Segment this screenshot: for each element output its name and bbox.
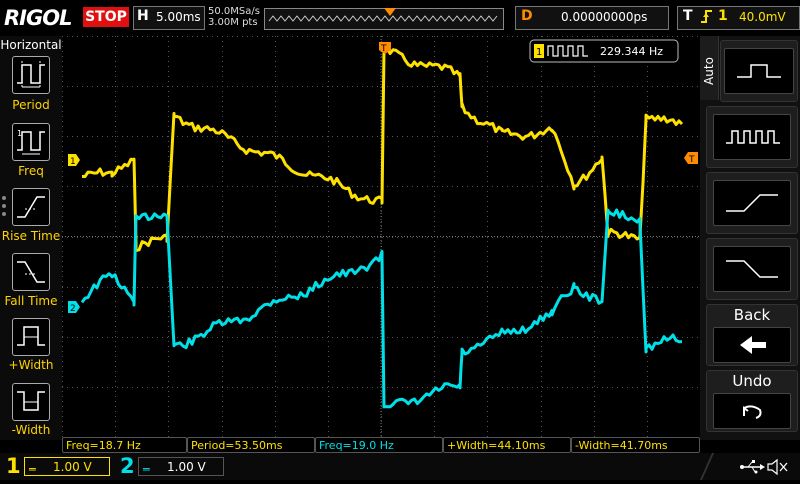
back-arrow-icon xyxy=(713,327,791,363)
falling-slope-icon xyxy=(713,246,791,292)
svg-text:T: T xyxy=(688,155,695,165)
scroll-dot xyxy=(2,204,6,208)
ch2-scale-value: 1.00 V xyxy=(167,460,206,474)
falling-slope-button[interactable] xyxy=(706,238,798,300)
rising-slope-icon xyxy=(713,180,791,226)
trigger-position-marker xyxy=(384,8,396,21)
negative-width-label: -Width xyxy=(11,423,51,437)
undo-button[interactable]: Undo xyxy=(706,370,798,432)
single-pulse-button[interactable] xyxy=(720,40,798,102)
measurement-freq-ch1[interactable]: Freq=18.7 Hz xyxy=(62,437,187,453)
speaker-muted-icon xyxy=(767,458,788,476)
trigger-settings[interactable]: T 1 40.0mV xyxy=(677,6,800,30)
svg-text:T: T xyxy=(380,44,387,54)
svg-text:1: 1 xyxy=(17,129,22,138)
timebase-value: 5.00ms xyxy=(156,10,201,24)
svg-text:1: 1 xyxy=(70,157,76,167)
dc-coupling-icon: ═ xyxy=(29,463,36,476)
rising-slope-button[interactable] xyxy=(706,172,798,234)
run-stop-indicator[interactable]: STOP xyxy=(83,7,129,27)
rise-time-icon[interactable] xyxy=(12,188,50,226)
top-status-bar: RIGOL STOP H 5.00ms 50.0MSa/s 3.00M pts … xyxy=(0,0,800,36)
frequency-icon[interactable]: 1 xyxy=(12,123,50,161)
svg-text:2: 2 xyxy=(70,304,76,314)
ch2-scale[interactable]: ═ 1.00 V xyxy=(138,457,224,476)
waveform-display[interactable]: 1 2 T T 1 229.344 Hz xyxy=(62,36,700,437)
acquisition-info: 50.0MSa/s 3.00M pts xyxy=(208,6,260,28)
measurement-period[interactable]: Period=53.50ms xyxy=(187,437,315,453)
sample-rate: 50.0MSa/s xyxy=(208,6,260,17)
undo-icon xyxy=(713,393,791,429)
delay-value: 0.00000000ps xyxy=(561,10,648,24)
negative-width-icon[interactable] xyxy=(12,383,50,421)
scroll-dot xyxy=(2,196,6,200)
measurement-results: Freq=18.7 Hz Period=53.50ms Freq=19.0 Hz… xyxy=(62,437,700,453)
menu-title: Horizontal xyxy=(0,38,62,52)
back-label: Back xyxy=(733,306,771,324)
measurement-negative-width[interactable]: -Width=41.70ms xyxy=(571,437,700,453)
ch2-tab[interactable]: 2 ═ 1.00 V xyxy=(116,455,226,478)
memory-position-bar[interactable] xyxy=(264,8,504,30)
fall-time-label: Fall Time xyxy=(4,294,58,308)
status-icons xyxy=(700,453,800,480)
period-label: Period xyxy=(12,98,50,112)
ch1-number: 1 xyxy=(6,454,21,478)
ch1-tab[interactable]: 1 ═ 1.00 V xyxy=(0,455,112,478)
rise-time-label: Rise Time xyxy=(1,229,61,243)
trigger-tag: T xyxy=(683,8,693,24)
trigger-source: 1 xyxy=(718,8,728,24)
dc-coupling-icon: ═ xyxy=(143,463,150,476)
auto-label: Auto xyxy=(702,57,716,85)
measurement-positive-width[interactable]: +Width=44.10ms xyxy=(443,437,571,453)
horizontal-tag: H xyxy=(137,8,149,24)
memory-depth: 3.00M pts xyxy=(208,17,258,28)
rising-edge-icon xyxy=(700,7,714,31)
horizontal-measure-menu: Horizontal Period 1 Freq Rise Time Fall … xyxy=(0,36,62,440)
auto-tab[interactable]: Auto xyxy=(700,36,719,100)
single-pulse-icon xyxy=(724,48,794,94)
positive-width-label: +Width xyxy=(8,358,54,372)
softkey-menu: Auto Back Undo xyxy=(700,36,800,440)
horizontal-timebase[interactable]: H 5.00ms xyxy=(133,6,205,30)
ch2-number: 2 xyxy=(120,454,135,478)
frequency-label: Freq xyxy=(18,164,44,178)
frequency-counter[interactable]: 1 229.344 Hz xyxy=(529,39,679,63)
period-icon[interactable] xyxy=(12,56,50,94)
measurement-freq-ch2[interactable]: Freq=19.0 Hz xyxy=(315,437,443,453)
back-button[interactable]: Back xyxy=(706,304,798,366)
usb-icon xyxy=(740,460,765,474)
trigger-level: 40.0mV xyxy=(739,10,786,24)
pulse-train-icon xyxy=(713,114,791,160)
pulse-train-button[interactable] xyxy=(706,106,798,168)
svg-text:1: 1 xyxy=(536,47,542,58)
delay-tag: D xyxy=(521,8,533,24)
fall-time-icon[interactable] xyxy=(12,253,50,291)
positive-width-icon[interactable] xyxy=(12,318,50,356)
channel-status-bar: 1 ═ 1.00 V 2 ═ 1.00 V xyxy=(0,453,800,480)
horizontal-delay[interactable]: D 0.00000000ps xyxy=(515,6,669,30)
ch1-scale[interactable]: ═ 1.00 V xyxy=(24,457,110,476)
undo-label: Undo xyxy=(732,372,772,390)
scroll-dot xyxy=(2,212,6,216)
ch1-scale-value: 1.00 V xyxy=(53,460,92,474)
svg-text:229.344 Hz: 229.344 Hz xyxy=(600,45,663,58)
rigol-logo: RIGOL xyxy=(4,6,72,30)
